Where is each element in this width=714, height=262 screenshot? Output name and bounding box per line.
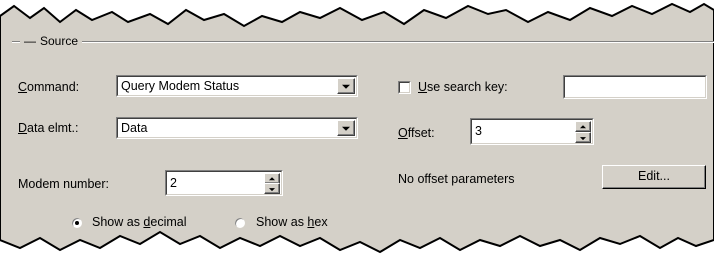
spin-up-icon (269, 176, 275, 180)
data-elmt-label: Data elmt.: (18, 119, 78, 137)
radio-hex-prefix: Show as (256, 215, 308, 229)
modem-number-value: 2 (170, 176, 177, 190)
command-label-accel: C (18, 80, 28, 94)
offset-up-button[interactable] (575, 121, 591, 132)
search-key-input[interactable] (563, 75, 707, 99)
radio-decimal-rest: ecimal (150, 215, 187, 229)
use-search-key-label: Use search key: (418, 78, 508, 96)
radio-selected-dot (75, 221, 79, 225)
radio-show-decimal[interactable] (71, 217, 83, 229)
chevron-down-icon (342, 126, 350, 131)
offset-params-text: No offset parameters (398, 172, 515, 186)
modem-number-stepper[interactable]: 2 (165, 170, 283, 196)
command-select[interactable]: Query Modem Status (116, 75, 358, 97)
use-search-key-accel: U (418, 80, 428, 94)
use-search-key-text: se search key: (427, 80, 508, 94)
radio-show-decimal-label: Show as decimal (92, 213, 187, 231)
use-search-key-checkbox[interactable] (398, 81, 411, 94)
radio-hex-rest: ex (314, 215, 328, 229)
radio-show-hex-label: Show as hex (256, 213, 328, 231)
radio-show-hex[interactable] (234, 217, 246, 229)
command-label: Command: (18, 78, 79, 96)
data-elmt-label-text: ata elmt.: (27, 121, 79, 135)
offset-value: 3 (475, 124, 482, 138)
modem-number-label: Modem number: (18, 177, 110, 191)
source-group-label: — Source (20, 33, 83, 49)
legend-dash: — (24, 34, 36, 48)
edit-button[interactable]: Edit... (602, 165, 706, 189)
source-group-text: Source (40, 34, 79, 48)
command-select-value: Query Modem Status (121, 79, 240, 93)
data-elmt-select[interactable]: Data (116, 117, 358, 139)
spin-up-icon (580, 124, 586, 128)
spin-down-icon (580, 136, 586, 140)
data-elmt-label-accel: D (18, 121, 28, 135)
dialog-panel: — Source Command: Query Modem Status Data… (0, 0, 714, 262)
offset-stepper[interactable]: 3 (470, 118, 594, 145)
offset-label-text: ffset: (407, 126, 435, 140)
offset-label: Offset: (398, 124, 435, 142)
data-elmt-dropdown-button[interactable] (337, 120, 355, 136)
data-elmt-select-value: Data (121, 121, 148, 135)
offset-label-accel: O (398, 126, 408, 140)
modem-number-down-button[interactable] (264, 183, 280, 194)
radio-decimal-prefix: Show as (92, 215, 144, 229)
offset-down-button[interactable] (575, 132, 591, 143)
spin-down-icon (269, 187, 275, 191)
command-dropdown-button[interactable] (337, 78, 355, 94)
command-label-text: ommand: (27, 80, 80, 94)
chevron-down-icon (342, 84, 350, 89)
